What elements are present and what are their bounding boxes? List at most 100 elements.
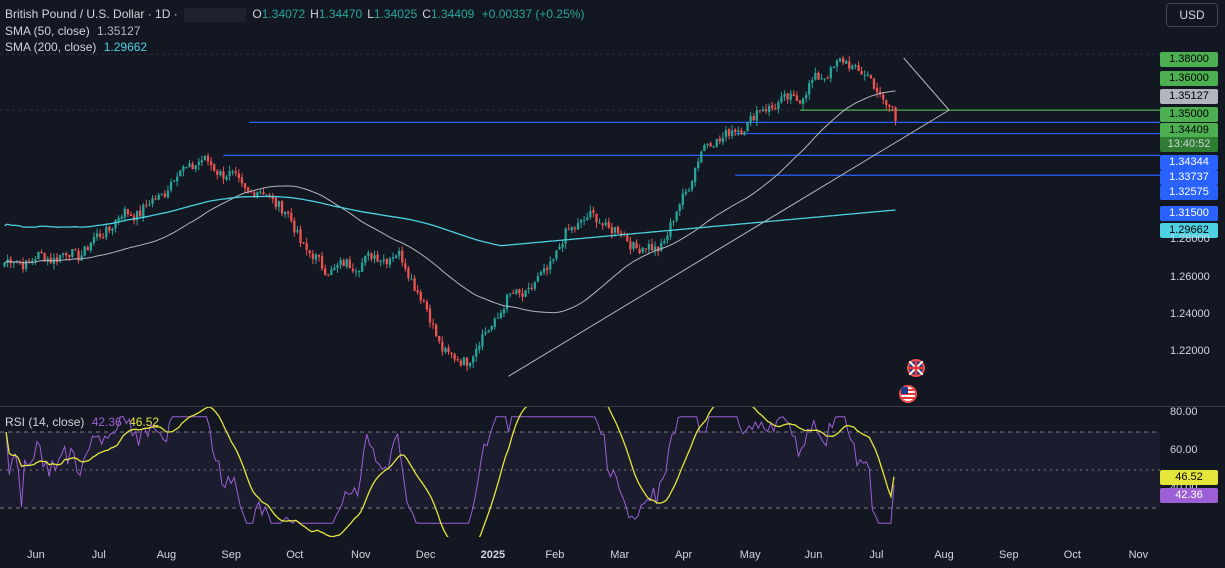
x-tick-label: Nov xyxy=(1128,549,1149,561)
candle-body xyxy=(644,248,647,250)
price-label: 1.38000 xyxy=(1160,52,1218,67)
candle-body xyxy=(438,336,441,342)
x-tick-label: Jul xyxy=(91,549,106,561)
candle-body xyxy=(746,122,749,132)
candle-body xyxy=(55,257,59,263)
candle-body xyxy=(808,83,811,95)
candle-body xyxy=(536,275,540,282)
x-tick-label: Aug xyxy=(156,549,177,561)
candle-body xyxy=(752,116,755,121)
x-tick-label: Oct xyxy=(1063,549,1081,561)
candle-body xyxy=(641,247,644,253)
price-chart[interactable] xyxy=(0,0,1160,406)
candle-body xyxy=(129,214,133,216)
candle-body xyxy=(564,228,567,244)
sma200-line xyxy=(4,195,896,247)
candle-body xyxy=(740,130,743,135)
candle-body xyxy=(459,360,462,366)
candle-body xyxy=(672,221,675,223)
candle-body xyxy=(478,345,481,350)
candle-body xyxy=(505,294,509,310)
candle-body xyxy=(527,287,530,290)
candle-body xyxy=(576,223,580,230)
x-tick-label: Apr xyxy=(675,549,693,561)
uk-flag-icon[interactable] xyxy=(907,359,925,377)
candle-body xyxy=(894,107,897,122)
candle-body xyxy=(203,155,207,161)
candle-body xyxy=(647,244,651,250)
candle-body xyxy=(169,182,173,191)
candle-body xyxy=(795,95,799,101)
candle-body xyxy=(891,105,894,107)
candle-body xyxy=(95,233,99,238)
candle-body xyxy=(521,293,524,297)
candle-body xyxy=(872,78,876,89)
candle-body xyxy=(595,213,598,223)
candle-body xyxy=(188,163,191,167)
candle-body xyxy=(274,197,277,208)
candle-body xyxy=(712,146,715,148)
candle-body xyxy=(601,223,604,226)
sma50-line xyxy=(4,90,896,314)
candle-body xyxy=(376,254,379,262)
candle-body xyxy=(182,166,185,171)
candle-body xyxy=(40,251,43,254)
candle-body xyxy=(857,65,860,71)
candle-body xyxy=(422,300,425,302)
candle-body xyxy=(268,194,271,196)
candle-body xyxy=(265,194,268,196)
candle-body xyxy=(546,267,549,271)
candle-body xyxy=(610,227,614,234)
candle-body xyxy=(786,93,789,100)
candle-body xyxy=(669,222,672,237)
rsi-tick-label: 60.00 xyxy=(1170,444,1198,456)
price-label: 1.35000 xyxy=(1160,107,1218,122)
candle-body xyxy=(487,330,490,333)
candle-body xyxy=(308,250,311,254)
trendline xyxy=(903,57,950,111)
rsi-chart[interactable] xyxy=(0,407,1160,537)
candle-body xyxy=(854,65,857,67)
y-tick-label: 1.24000 xyxy=(1170,307,1210,320)
candle-body xyxy=(416,290,419,293)
candle-body xyxy=(502,309,506,314)
candle-body xyxy=(638,248,641,254)
candle-body xyxy=(280,201,284,214)
us-flag-icon[interactable] xyxy=(899,385,917,403)
candle-body xyxy=(764,108,768,112)
candle-body xyxy=(703,144,706,152)
currency-button[interactable]: USD xyxy=(1166,3,1218,27)
candle-body xyxy=(120,216,123,219)
candle-body xyxy=(653,246,657,251)
x-tick-label: Sep xyxy=(221,549,241,561)
candle-body xyxy=(305,243,308,250)
candle-body xyxy=(607,221,610,228)
candle-body xyxy=(262,192,265,195)
candle-body xyxy=(385,258,388,264)
candle-body xyxy=(388,258,392,265)
rsi-value-label: 46.52 xyxy=(1160,469,1218,485)
candle-body xyxy=(829,67,832,79)
candle-body xyxy=(817,72,820,80)
candle-body xyxy=(715,139,718,147)
candle-body xyxy=(379,261,382,263)
candle-body xyxy=(524,290,527,297)
candle-body xyxy=(721,137,725,142)
candle-body xyxy=(333,267,336,270)
candle-body xyxy=(219,171,222,176)
candle-body xyxy=(539,272,543,276)
candle-body xyxy=(706,143,709,146)
candle-body xyxy=(533,282,536,289)
candle-body xyxy=(515,289,518,294)
candle-body xyxy=(573,227,577,229)
candle-body xyxy=(758,110,762,112)
candle-body xyxy=(200,160,203,163)
candle-body xyxy=(626,235,629,242)
candle-body xyxy=(148,204,151,206)
candle-body xyxy=(570,227,573,231)
candle-body xyxy=(447,347,450,353)
price-label: 1.31500 xyxy=(1160,206,1218,221)
candle-body xyxy=(246,187,250,192)
price-label: 1.34344 xyxy=(1160,155,1218,170)
candle-body xyxy=(68,255,71,258)
